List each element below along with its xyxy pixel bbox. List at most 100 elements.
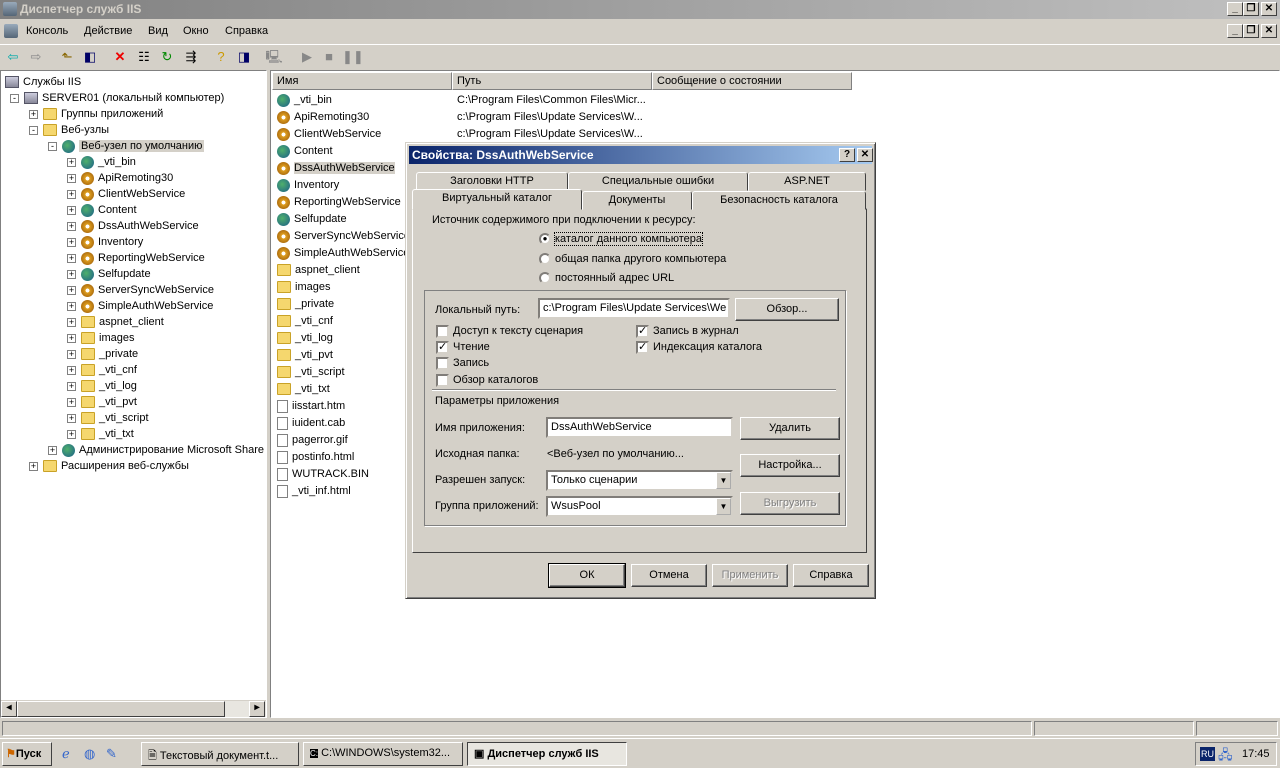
expand-icon[interactable]: + (67, 382, 76, 391)
expand-icon[interactable]: + (48, 446, 57, 455)
checkbox-read[interactable]: ✓ (436, 341, 449, 354)
tree-item[interactable]: SERVER01 (локальный компьютер) (24, 90, 224, 106)
tree-item[interactable]: SimpleAuthWebService (81, 298, 213, 314)
properties-icon[interactable]: ☷ (135, 49, 153, 65)
scroll-right-button[interactable]: ▸ (249, 701, 265, 717)
expand-icon[interactable]: + (29, 462, 38, 471)
tree-item[interactable]: Веб-узлы (43, 122, 109, 138)
apply-button[interactable]: Применить (712, 564, 788, 587)
expand-icon[interactable]: + (67, 318, 76, 327)
tree-item[interactable]: _vti_bin (81, 154, 136, 170)
up-folder-icon[interactable]: ⬑ (58, 49, 76, 65)
expand-icon[interactable]: + (67, 238, 76, 247)
forward-icon[interactable]: ⇨ (27, 49, 45, 65)
help-button[interactable]: Справка (793, 564, 869, 587)
remove-button[interactable]: Удалить (740, 417, 840, 440)
network-icon[interactable]: 🖧 (1218, 746, 1233, 768)
child-close-button[interactable]: ✕ (1261, 24, 1277, 38)
tree-item[interactable]: _vti_log (81, 378, 137, 394)
expand-icon[interactable]: + (67, 366, 76, 375)
delete-icon[interactable]: ✕ (111, 49, 129, 65)
expand-icon[interactable]: + (67, 158, 76, 167)
menu-console[interactable]: Консоль (26, 25, 68, 37)
show-tree-icon[interactable]: ◧ (81, 49, 99, 65)
list-row[interactable]: ClientWebService c:\Program Files\Update … (277, 126, 1077, 143)
tree-item[interactable]: _vti_script (81, 410, 149, 426)
expand-icon[interactable]: + (67, 334, 76, 343)
local-path-input[interactable]: c:\Program Files\Update Services\We (538, 298, 730, 319)
expand-icon[interactable]: + (67, 222, 76, 231)
restore-button[interactable]: ❐ (1243, 2, 1259, 16)
dialog-close-button[interactable]: ✕ (857, 148, 873, 162)
column-header-path[interactable]: Путь (452, 72, 652, 90)
start-button[interactable]: ⚑Пуск (2, 742, 52, 766)
tree-item[interactable]: _private (81, 346, 138, 362)
expand-icon[interactable]: + (67, 430, 76, 439)
minimize-button[interactable]: _ (1227, 2, 1243, 16)
expand-icon[interactable]: + (67, 302, 76, 311)
dialog-help-button[interactable]: ? (839, 148, 855, 162)
radio-network-share[interactable] (539, 253, 551, 265)
radio-local-directory-label[interactable]: каталог данного компьютера (553, 232, 704, 246)
tree-item[interactable]: Группы приложений (43, 106, 163, 122)
tree-item[interactable]: _vti_cnf (81, 362, 137, 378)
expand-icon[interactable]: + (67, 190, 76, 199)
ok-button[interactable]: ОК (548, 563, 626, 588)
notepad-icon[interactable]: ✎ (106, 746, 117, 762)
column-header-status[interactable]: Сообщение о состоянии (652, 72, 852, 90)
list-row[interactable]: _vti_bin C:\Program Files\Common Files\Mi… (277, 92, 1077, 109)
expand-icon[interactable]: + (29, 110, 38, 119)
chevron-down-icon[interactable]: ▼ (716, 472, 731, 489)
checkbox-script-source-access[interactable] (436, 325, 449, 338)
scroll-thumb[interactable] (17, 701, 225, 717)
expand-icon[interactable]: + (67, 206, 76, 215)
checkbox-log-visits[interactable]: ✓ (636, 325, 649, 338)
radio-url-redirect-label[interactable]: постоянный адрес URL (555, 272, 674, 284)
radio-url-redirect[interactable] (539, 272, 551, 284)
app-pool-select[interactable]: WsusPool ▼ (546, 496, 733, 517)
expand-icon[interactable]: + (67, 350, 76, 359)
refresh-icon[interactable]: ↻ (158, 49, 176, 65)
start-icon[interactable]: ▶ (298, 49, 316, 65)
tree-item[interactable]: Selfupdate (81, 266, 151, 282)
computer-icon[interactable]: 🖳 (265, 49, 283, 65)
tree-item[interactable]: Расширения веб-службы (43, 458, 189, 474)
scroll-left-button[interactable]: ◂ (1, 701, 17, 717)
tree-item[interactable]: _vti_txt (81, 426, 134, 442)
action-pane-icon[interactable]: ◨ (235, 49, 253, 65)
column-header-name[interactable]: Имя (272, 72, 452, 90)
menu-help[interactable]: Справка (225, 25, 268, 37)
stop-icon[interactable]: ■ (320, 49, 338, 65)
tree-item[interactable]: Веб-узел по умолчанию (62, 138, 205, 154)
collapse-icon[interactable]: - (48, 142, 57, 151)
tree-item[interactable]: ReportingWebService (81, 250, 205, 266)
internet-explorer-icon[interactable]: ℯ (62, 746, 70, 762)
radio-network-share-label[interactable]: общая папка другого компьютера (555, 253, 726, 265)
unload-button[interactable]: Выгрузить (740, 492, 840, 515)
radio-local-directory[interactable]: ● (539, 233, 551, 245)
child-minimize-button[interactable]: _ (1227, 24, 1243, 38)
tree-item[interactable]: DssAuthWebService (81, 218, 199, 234)
tree-item[interactable]: ServerSyncWebService (81, 282, 214, 298)
tab-directory-security[interactable]: Безопасность каталога (692, 191, 866, 210)
tab-documents[interactable]: Документы (582, 191, 692, 210)
menu-action[interactable]: Действие (84, 25, 132, 37)
expand-icon[interactable]: + (67, 286, 76, 295)
tab-custom-errors[interactable]: Специальные ошибки (568, 172, 748, 191)
task-command-prompt[interactable]: C: C:\WINDOWS\system32... (303, 742, 463, 766)
tree-item[interactable]: Content (81, 202, 137, 218)
tab-aspnet[interactable]: ASP.NET (748, 172, 866, 191)
collapse-icon[interactable]: - (29, 126, 38, 135)
tab-virtual-directory[interactable]: Виртуальный каталог (412, 189, 582, 210)
pause-icon[interactable]: ❚❚ (342, 49, 364, 65)
tree-item[interactable]: Администрирование Microsoft Share (62, 442, 264, 458)
expand-icon[interactable]: + (67, 414, 76, 423)
browse-button[interactable]: Обзор... (735, 298, 839, 321)
tree-item[interactable]: Inventory (81, 234, 143, 250)
configuration-button[interactable]: Настройка... (740, 454, 840, 477)
expand-icon[interactable]: + (67, 174, 76, 183)
task-text-document[interactable]: 🗎 Текстовый документ.t... (141, 742, 299, 766)
language-indicator[interactable]: RU (1200, 747, 1215, 761)
tree-item[interactable]: Службы IIS (5, 74, 81, 90)
expand-icon[interactable]: + (67, 254, 76, 263)
